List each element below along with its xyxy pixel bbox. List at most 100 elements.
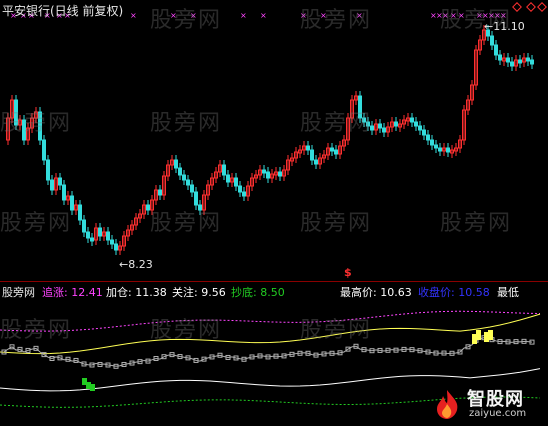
- candle-body: [434, 144, 438, 149]
- candle-body: [78, 204, 82, 221]
- candle-body: [114, 243, 118, 251]
- legend-item-chase: 追涨: 12.41: [42, 286, 103, 299]
- chase-signal: [476, 330, 481, 340]
- candle-body: [498, 54, 502, 61]
- candle-body: [446, 147, 450, 153]
- candle-body: [422, 129, 426, 136]
- candle-body: [314, 159, 318, 165]
- chase-band: [0, 310, 541, 332]
- candle-body: [234, 177, 238, 187]
- candle-body: [50, 179, 54, 191]
- high-price-value: 11.10: [493, 20, 525, 33]
- site-logo: 智股网 zaiyue.com: [429, 384, 544, 424]
- legend-value: 8.50: [260, 286, 285, 299]
- x-marker: ×: [260, 11, 267, 20]
- legend-item-watch: 关注: 9.56: [172, 286, 226, 299]
- candle-body: [182, 174, 186, 181]
- diamond-marker: [526, 2, 536, 12]
- candle-body: [58, 177, 62, 186]
- watermark: 股旁网: [300, 8, 373, 33]
- legend-item-bottom: 抄底: 8.50: [231, 286, 285, 299]
- candle-body: [410, 117, 414, 123]
- candle-body: [266, 171, 270, 179]
- candle-body: [242, 191, 246, 197]
- candle-body: [394, 121, 398, 127]
- candle-body: [194, 191, 198, 206]
- candle-body: [262, 169, 266, 174]
- candle-body: [158, 189, 162, 196]
- watermark: 股旁网: [0, 211, 73, 236]
- chase-signal: [488, 330, 493, 340]
- low-price-marker: ←8.23: [119, 258, 153, 271]
- legend-item-low: 最低: [497, 284, 519, 300]
- candle-body: [238, 185, 242, 193]
- diamond-marker: [512, 2, 522, 12]
- candle-body: [226, 174, 230, 183]
- candle-body: [490, 35, 494, 46]
- candle-body: [518, 59, 522, 64]
- candle-body: [310, 149, 314, 161]
- candle-body: [278, 171, 282, 177]
- high-price-marker: ←11.10: [484, 20, 525, 33]
- candle-body: [330, 147, 334, 152]
- legend-label: 收盘价: [418, 286, 451, 299]
- watermark: 股旁网: [300, 318, 373, 343]
- signal-glyph: $: [344, 266, 352, 279]
- legend-item-close: 收盘价: 10.58: [418, 286, 490, 299]
- low-price-value: 8.23: [128, 258, 153, 271]
- watermark: 股旁网: [0, 111, 73, 136]
- x-marker: ×: [240, 11, 247, 20]
- candle-body: [62, 184, 66, 201]
- candle-body: [110, 239, 114, 245]
- legend-label: 追涨: [42, 286, 64, 299]
- candle-body: [186, 179, 190, 186]
- candle-body: [46, 159, 50, 181]
- candle-body: [82, 219, 86, 233]
- candle-body: [382, 127, 386, 133]
- candle-body: [174, 159, 178, 169]
- candle-body: [506, 57, 510, 63]
- candle-body: [42, 139, 46, 161]
- legend-item-high: 最高价: 10.63: [340, 286, 412, 299]
- legend-value: 10.58: [458, 286, 490, 299]
- watermark: 股旁网: [0, 318, 73, 343]
- legend-label: 最低: [497, 286, 519, 299]
- legend-value: 11.38: [135, 286, 167, 299]
- candle-body: [86, 231, 90, 239]
- flame-icon: [437, 390, 458, 419]
- candle-body: [430, 139, 434, 146]
- candle-body: [178, 167, 182, 176]
- indicator-legend: 股旁网 追涨: 12.41 加仓: 11.38 关注: 9.56 抄底: 8.5…: [0, 284, 548, 300]
- watermark: 股旁网: [300, 111, 373, 136]
- candle-body: [414, 121, 418, 127]
- candle-body: [190, 184, 194, 193]
- watermark: 股旁网: [150, 318, 223, 343]
- watermark: 股旁网: [150, 211, 223, 236]
- bottom-signal: [90, 384, 95, 391]
- candle-body: [438, 147, 442, 152]
- logo-url: zaiyue.com: [469, 408, 527, 419]
- candle-body: [378, 123, 382, 129]
- indicator-name: 股旁网: [2, 286, 35, 299]
- candle-body: [98, 227, 102, 237]
- candle-body: [106, 231, 110, 241]
- x-marker: ×: [130, 11, 137, 20]
- add-band: [0, 313, 541, 355]
- legend-value: 12.41: [71, 286, 103, 299]
- candle-body: [426, 134, 430, 141]
- candle-body: [510, 61, 514, 67]
- legend-value: 10.63: [380, 286, 412, 299]
- legend-label: 加仓: [106, 286, 128, 299]
- panel-divider: [0, 281, 548, 282]
- candle-body: [306, 145, 310, 151]
- candle-body: [526, 57, 530, 62]
- watermark: 股旁网: [300, 211, 373, 236]
- legend-value: 9.56: [201, 286, 226, 299]
- candle-body: [334, 149, 338, 155]
- candle-body: [530, 59, 534, 65]
- legend-label: 关注: [172, 286, 194, 299]
- candle-body: [90, 237, 94, 242]
- watermark: 股旁网: [440, 211, 513, 236]
- candle-body: [222, 164, 226, 176]
- legend-item-add: 加仓: 11.38: [106, 286, 167, 299]
